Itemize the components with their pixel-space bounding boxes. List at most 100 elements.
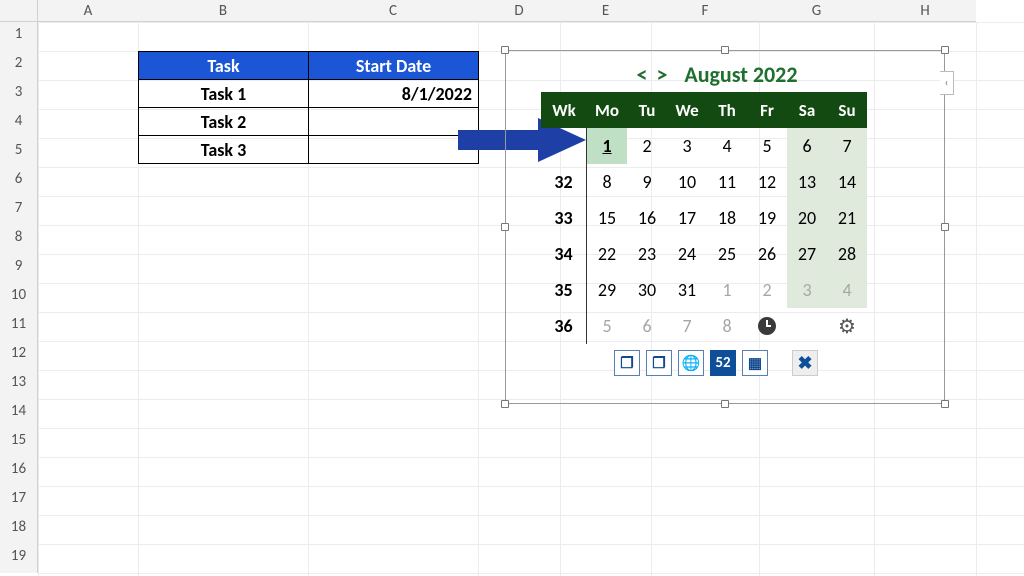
- calendar-day[interactable]: 8: [707, 308, 747, 344]
- month-year-label[interactable]: August 2022: [684, 61, 797, 88]
- calendar-day[interactable]: 30: [627, 272, 667, 308]
- calendar-day[interactable]: 5: [587, 308, 627, 344]
- calendar-day[interactable]: 21: [827, 200, 867, 236]
- date-cell[interactable]: [309, 136, 479, 164]
- date-cell[interactable]: 8/1/2022: [309, 80, 479, 108]
- date-header: Start Date: [309, 52, 479, 80]
- row-header[interactable]: 2: [0, 51, 38, 80]
- row-header[interactable]: 8: [0, 225, 38, 254]
- row-header[interactable]: 18: [0, 515, 38, 544]
- resize-handle[interactable]: [941, 223, 949, 231]
- column-header[interactable]: B: [138, 0, 308, 22]
- calendar-day[interactable]: 18: [707, 200, 747, 236]
- date-cell[interactable]: [309, 108, 479, 136]
- row-header[interactable]: 6: [0, 167, 38, 196]
- calendar-day[interactable]: 2: [747, 272, 787, 308]
- calendar-day[interactable]: 29: [587, 272, 627, 308]
- calendar-day[interactable]: 15: [587, 200, 627, 236]
- row-header[interactable]: 17: [0, 486, 38, 515]
- clock-button[interactable]: [747, 308, 787, 344]
- resize-handle[interactable]: [721, 46, 729, 54]
- column-header[interactable]: A: [38, 0, 138, 22]
- next-month-button[interactable]: >: [654, 61, 669, 88]
- calendar-day[interactable]: 10: [667, 164, 707, 200]
- row-header[interactable]: 5: [0, 138, 38, 167]
- task-cell[interactable]: Task 3: [139, 136, 309, 164]
- column-header[interactable]: C: [308, 0, 478, 22]
- calendar-day[interactable]: 28: [827, 236, 867, 272]
- calendar-day[interactable]: 3: [787, 272, 827, 308]
- calendar-day[interactable]: 23: [627, 236, 667, 272]
- column-header[interactable]: G: [759, 0, 874, 22]
- resize-handle[interactable]: [501, 223, 509, 231]
- calendar-day[interactable]: 6: [787, 128, 827, 164]
- globe-icon[interactable]: 🌐: [678, 350, 704, 376]
- calendar-day[interactable]: 22: [587, 236, 627, 272]
- window-icon[interactable]: ❐: [614, 350, 640, 376]
- row-header[interactable]: 16: [0, 457, 38, 486]
- calendar-day[interactable]: 20: [787, 200, 827, 236]
- row-header[interactable]: 11: [0, 312, 38, 341]
- calendar-day[interactable]: 17: [667, 200, 707, 236]
- prev-month-button[interactable]: <: [635, 61, 650, 88]
- calendar-day[interactable]: 2: [627, 128, 667, 164]
- calendar-day[interactable]: 5: [747, 128, 787, 164]
- calendar-day[interactable]: 1: [707, 272, 747, 308]
- column-header[interactable]: E: [560, 0, 651, 22]
- column-header[interactable]: D: [478, 0, 560, 22]
- resize-handle[interactable]: [721, 400, 729, 408]
- row-header[interactable]: 10: [0, 283, 38, 312]
- calendar-day[interactable]: 19: [747, 200, 787, 236]
- calendar-day[interactable]: 31: [667, 272, 707, 308]
- row-header[interactable]: 13: [0, 370, 38, 399]
- row-header[interactable]: 7: [0, 196, 38, 225]
- settings-button[interactable]: ⚙: [827, 308, 867, 344]
- calendar-day[interactable]: 9: [627, 164, 667, 200]
- select-all-corner[interactable]: [0, 0, 38, 22]
- week-number: [541, 128, 587, 164]
- calendar-day[interactable]: 6: [627, 308, 667, 344]
- task-cell[interactable]: Task 2: [139, 108, 309, 136]
- datepicker-object-frame[interactable]: ‹ < > August 2022 WkMoTuWeThFrSaSu123456…: [505, 50, 945, 404]
- calendar-day[interactable]: 7: [667, 308, 707, 344]
- windows-icon[interactable]: ❐: [646, 350, 672, 376]
- calendar-day[interactable]: 1: [587, 128, 627, 164]
- close-button[interactable]: ✖: [792, 350, 818, 376]
- calendar-day[interactable]: 27: [787, 236, 827, 272]
- calendar-day[interactable]: 14: [827, 164, 867, 200]
- row-header[interactable]: 12: [0, 341, 38, 370]
- calendar-day[interactable]: 24: [667, 236, 707, 272]
- resize-handle[interactable]: [941, 46, 949, 54]
- calendar-day[interactable]: 4: [827, 272, 867, 308]
- task-cell[interactable]: Task 1: [139, 80, 309, 108]
- calendar-day[interactable]: 25: [707, 236, 747, 272]
- row-header[interactable]: 15: [0, 428, 38, 457]
- clock-icon[interactable]: [758, 317, 776, 335]
- collapse-tab[interactable]: ‹: [940, 71, 954, 95]
- week-number: 34: [541, 236, 587, 272]
- row-header[interactable]: 4: [0, 109, 38, 138]
- calendar-day[interactable]: 16: [627, 200, 667, 236]
- resize-handle[interactable]: [501, 400, 509, 408]
- day-header: Th: [707, 92, 747, 128]
- row-header[interactable]: 9: [0, 254, 38, 283]
- resize-handle[interactable]: [501, 46, 509, 54]
- column-header[interactable]: H: [874, 0, 976, 22]
- row-header[interactable]: 14: [0, 399, 38, 428]
- row-header[interactable]: 3: [0, 80, 38, 109]
- calendar-day[interactable]: 7: [827, 128, 867, 164]
- calendar-day[interactable]: 4: [707, 128, 747, 164]
- calendar-day[interactable]: 8: [587, 164, 627, 200]
- row-header[interactable]: 19: [0, 544, 38, 573]
- column-header[interactable]: F: [651, 0, 759, 22]
- calendar-day[interactable]: 11: [707, 164, 747, 200]
- calendar-day[interactable]: 3: [667, 128, 707, 164]
- calendar-day[interactable]: 13: [787, 164, 827, 200]
- week-number-icon[interactable]: 52: [710, 350, 736, 376]
- calendar-day[interactable]: 26: [747, 236, 787, 272]
- row-header[interactable]: 1: [0, 22, 38, 51]
- resize-handle[interactable]: [941, 400, 949, 408]
- calendar-day[interactable]: 12: [747, 164, 787, 200]
- grid-icon[interactable]: ▦: [742, 350, 768, 376]
- gear-icon[interactable]: ⚙: [838, 314, 856, 339]
